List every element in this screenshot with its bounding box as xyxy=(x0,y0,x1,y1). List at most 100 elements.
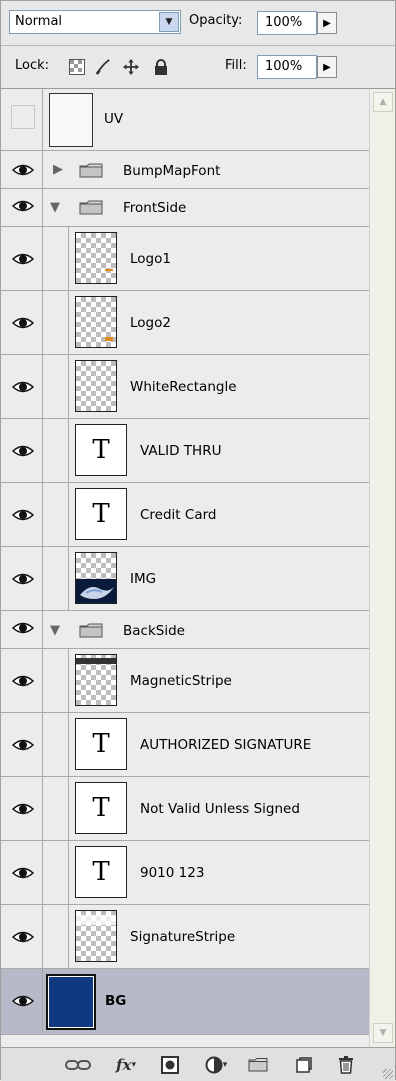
layer-thumbnail xyxy=(75,232,117,284)
eye-icon[interactable] xyxy=(12,572,34,586)
layer-thumbnail xyxy=(75,552,117,604)
group-row-backside[interactable]: ▼ BackSide xyxy=(1,611,369,649)
visibility-cell[interactable] xyxy=(1,227,43,290)
text-layer-thumbnail-icon: T xyxy=(75,424,127,476)
layer-row-not-valid-unless-signed[interactable]: T Not Valid Unless Signed xyxy=(1,777,369,841)
eye-icon[interactable] xyxy=(12,508,34,522)
layer-row-logo1[interactable]: Logo1 xyxy=(1,227,369,291)
visibility-cell[interactable] xyxy=(1,151,43,188)
eye-icon[interactable] xyxy=(12,380,34,394)
group-row-frontside[interactable]: ▼ FrontSide xyxy=(1,189,369,227)
indent-cell xyxy=(43,713,69,776)
layer-row-img[interactable]: IMG xyxy=(1,547,369,611)
blend-opacity-bar: Normal ▼ Opacity: 100% ▶ xyxy=(1,1,395,46)
visibility-cell[interactable] xyxy=(1,419,43,482)
folder-icon xyxy=(79,163,103,178)
eye-icon[interactable] xyxy=(12,252,34,266)
group-name: BumpMapFont xyxy=(123,163,221,179)
lock-image-pixels-icon[interactable] xyxy=(95,59,111,75)
layer-name: SignatureStripe xyxy=(130,929,236,945)
visibility-cell[interactable] xyxy=(1,841,43,904)
visibility-cell[interactable] xyxy=(1,649,43,712)
visibility-cell[interactable] xyxy=(1,547,43,610)
visibility-cell[interactable] xyxy=(1,355,43,418)
scroll-up-icon[interactable]: ▲ xyxy=(373,92,393,112)
layer-name: Not Valid Unless Signed xyxy=(140,801,300,817)
eye-icon[interactable] xyxy=(12,199,34,213)
fill-slider-arrow-icon[interactable]: ▶ xyxy=(317,56,337,78)
eye-icon[interactable] xyxy=(12,444,34,458)
layer-thumbnail xyxy=(75,296,117,348)
eye-icon[interactable] xyxy=(12,316,34,330)
visibility-cell[interactable] xyxy=(1,89,43,150)
adjustment-layer-icon[interactable]: ▾ xyxy=(203,1055,229,1075)
collapse-triangle-icon[interactable]: ▼ xyxy=(50,623,60,638)
layer-thumbnail xyxy=(75,360,117,412)
visibility-cell[interactable] xyxy=(1,969,43,1034)
eye-icon[interactable] xyxy=(12,738,34,752)
visibility-cell[interactable] xyxy=(1,189,43,226)
eye-icon[interactable] xyxy=(12,621,34,635)
eye-icon[interactable] xyxy=(12,866,34,880)
eye-icon[interactable] xyxy=(12,994,34,1008)
layer-row-authorized-signature[interactable]: T AUTHORIZED SIGNATURE xyxy=(1,713,369,777)
layer-row-whiterectangle[interactable]: WhiteRectangle xyxy=(1,355,369,419)
blend-mode-dropdown[interactable]: Normal ▼ xyxy=(9,10,181,34)
text-layer-thumbnail-icon: T xyxy=(75,846,127,898)
chevron-down-icon[interactable]: ▼ xyxy=(159,12,179,32)
layers-panel: Normal ▼ Opacity: 100% ▶ Lock: Fill: 100… xyxy=(0,0,396,1081)
layer-name: MagneticStripe xyxy=(130,673,232,689)
indent-cell xyxy=(43,547,69,610)
eye-icon[interactable] xyxy=(12,930,34,944)
scroll-down-icon[interactable]: ▼ xyxy=(373,1023,393,1043)
layers-scrollbar[interactable]: ▲ ▼ xyxy=(369,89,395,1047)
add-mask-icon[interactable] xyxy=(159,1055,181,1075)
visibility-cell[interactable] xyxy=(1,713,43,776)
visibility-cell[interactable] xyxy=(1,291,43,354)
layer-row-signaturestripe[interactable]: SignatureStripe xyxy=(1,905,369,969)
group-row-bumpmapfont[interactable]: ▶ BumpMapFont xyxy=(1,151,369,189)
layer-row-uv[interactable]: UV xyxy=(1,89,369,151)
group-name: BackSide xyxy=(123,623,185,639)
layer-row-magneticstripe[interactable]: MagneticStripe xyxy=(1,649,369,713)
lock-all-icon[interactable] xyxy=(153,59,169,75)
layer-name: IMG xyxy=(130,571,157,587)
fill-input[interactable]: 100% xyxy=(257,55,317,79)
opacity-slider-arrow-icon[interactable]: ▶ xyxy=(317,12,337,34)
layer-name: AUTHORIZED SIGNATURE xyxy=(140,737,312,753)
visibility-off-box[interactable] xyxy=(11,105,35,129)
new-group-icon[interactable] xyxy=(247,1055,269,1075)
visibility-cell[interactable] xyxy=(1,611,43,648)
visibility-cell[interactable] xyxy=(1,905,43,968)
eye-icon[interactable] xyxy=(12,802,34,816)
layer-style-fx-icon[interactable]: fx ▾ xyxy=(111,1055,141,1075)
visibility-cell[interactable] xyxy=(1,777,43,840)
collapse-triangle-icon[interactable]: ▼ xyxy=(50,200,60,215)
opacity-input[interactable]: 100% xyxy=(257,11,317,35)
blend-mode-value: Normal xyxy=(15,14,63,29)
lock-transparent-pixels-icon[interactable] xyxy=(69,59,85,75)
link-layers-icon[interactable] xyxy=(65,1055,91,1075)
layer-row-valid-thru[interactable]: T VALID THRU xyxy=(1,419,369,483)
layer-row-9010-123[interactable]: T 9010 123 xyxy=(1,841,369,905)
indent-cell xyxy=(43,419,69,482)
layer-row-credit-card[interactable]: T Credit Card xyxy=(1,483,369,547)
layer-row-bg[interactable]: BG xyxy=(1,969,369,1035)
expand-triangle-icon[interactable]: ▶ xyxy=(53,162,63,177)
visibility-cell[interactable] xyxy=(1,483,43,546)
layer-name: 9010 123 xyxy=(140,865,205,881)
delete-layer-icon[interactable] xyxy=(335,1055,357,1075)
text-layer-thumbnail-icon: T xyxy=(75,782,127,834)
lock-position-icon[interactable] xyxy=(123,59,139,75)
indent-cell xyxy=(43,905,69,968)
layer-name: BG xyxy=(105,993,127,1009)
text-layer-thumbnail-icon: T xyxy=(75,488,127,540)
text-layer-thumbnail-icon: T xyxy=(75,718,127,770)
layer-row-logo2[interactable]: Logo2 xyxy=(1,291,369,355)
lock-label: Lock: xyxy=(15,58,50,73)
eye-icon[interactable] xyxy=(12,674,34,688)
resize-grip-icon[interactable] xyxy=(383,1069,393,1079)
new-layer-icon[interactable] xyxy=(293,1055,315,1075)
layer-name: VALID THRU xyxy=(140,443,222,459)
eye-icon[interactable] xyxy=(12,163,34,177)
